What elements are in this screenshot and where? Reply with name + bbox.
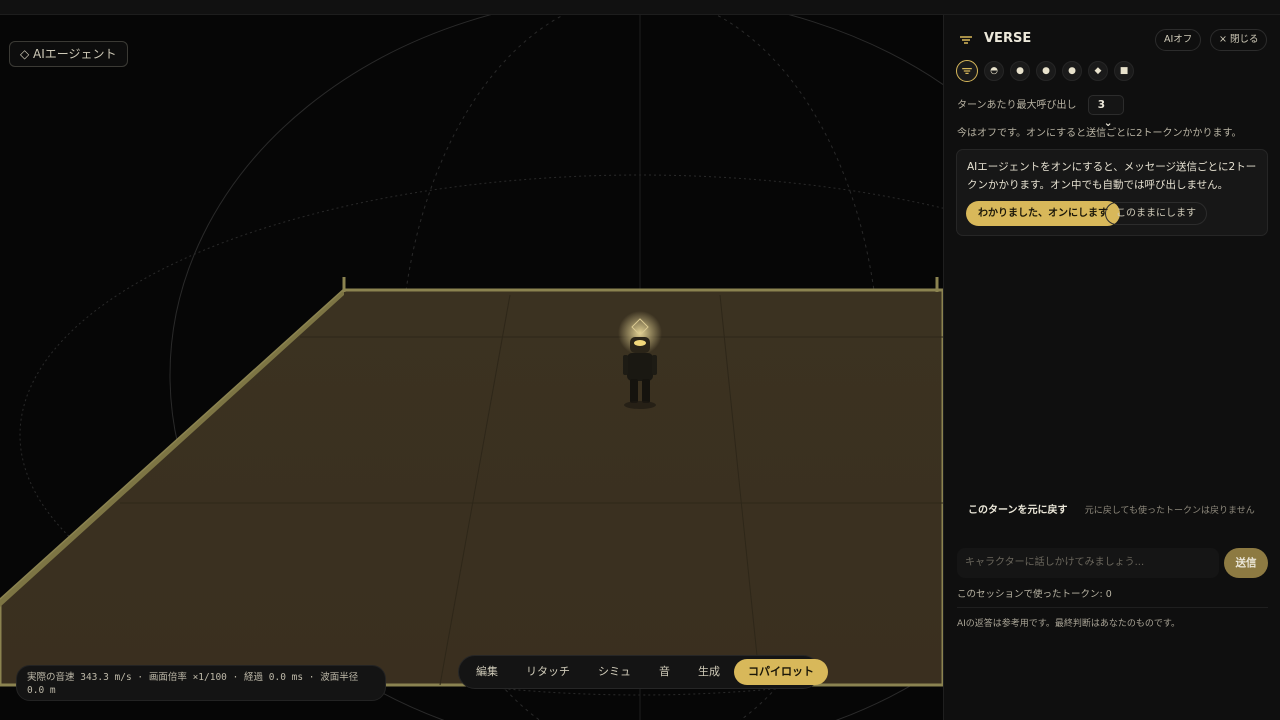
ai-agent-button[interactable]: ◇ AIエージェント: [9, 41, 128, 67]
close-button[interactable]: × 閉じる: [1210, 29, 1268, 51]
avatar-character-5[interactable]: ◆: [1088, 61, 1108, 81]
mode-toolbar: 編集 リタッチ シミュ 音 生成 コパイロット: [458, 655, 828, 689]
hud-text: 実際の音速 343.3 m/s · 画面倍率 ×1/100 · 経過 0.0 m…: [27, 672, 359, 696]
ai-status-text: 今はオフです。オンにすると送信ごとに2トークンかかります。: [957, 128, 1242, 139]
scene-canvas: [0, 15, 943, 720]
message-input[interactable]: キャラクターに話しかけてみましょう...: [957, 548, 1219, 578]
max-calls-row: ターンあたり最大呼び出し 3 ⌄: [957, 95, 1124, 129]
divider: [957, 607, 1268, 608]
max-calls-label: ターンあたり最大呼び出し: [957, 100, 1077, 111]
face-icon: ●: [1042, 66, 1050, 76]
face-icon: ●: [1016, 66, 1024, 76]
session-token-count: このセッションで使ったトークン: 0: [957, 589, 1112, 600]
confirm-card-text: AIエージェントをオンにすると、メッセージ送信ごとに2トークンかかります。オン中…: [967, 161, 1257, 191]
avatar-character-3[interactable]: ●: [1036, 61, 1056, 81]
stage-floor: [0, 288, 943, 687]
avatar-verse[interactable]: [956, 60, 978, 82]
enable-ai-confirm-card: AIエージェントをオンにすると、メッセージ送信ごとに2トークンかかります。オン中…: [956, 149, 1268, 236]
tool-simulate[interactable]: シミュ: [584, 659, 645, 685]
copilot-sidebar: VERSE AIオフ × 閉じる ◓ ● ● ● ◆ ■ ターンあたり最大呼び出…: [943, 15, 1280, 720]
send-button[interactable]: 送信: [1224, 548, 1268, 578]
undo-note: 元に戻しても使ったトークンは戻りません: [1084, 506, 1255, 516]
character-selector: ◓ ● ● ● ◆ ■: [956, 60, 1140, 82]
face-icon: ◆: [1094, 66, 1102, 76]
top-bar: [0, 0, 1280, 15]
verse-logo-icon: [962, 67, 972, 75]
undo-row: このターンを元に戻す 元に戻しても使ったトークンは戻りません: [968, 501, 1255, 516]
tool-copilot[interactable]: コパイロット: [734, 659, 828, 685]
ai-off-button[interactable]: AIオフ: [1155, 29, 1202, 51]
tool-retouch[interactable]: リタッチ: [512, 659, 584, 685]
confirm-enable-button[interactable]: わかりました、オンにします: [966, 201, 1120, 226]
ghost-icon: ◓: [990, 66, 998, 76]
robot-icon: ■: [1119, 66, 1129, 76]
avatar-character-2[interactable]: ●: [1010, 61, 1030, 81]
ai-agent-label: ◇ AIエージェント: [20, 47, 117, 61]
tool-generate[interactable]: 生成: [684, 659, 734, 685]
avatar-robot[interactable]: ■: [1114, 61, 1134, 81]
undo-turn-button[interactable]: このターンを元に戻す: [968, 505, 1068, 516]
face-icon: ●: [1068, 66, 1076, 76]
keep-off-button[interactable]: このままにします: [1105, 202, 1207, 225]
avatar-character-4[interactable]: ●: [1062, 61, 1082, 81]
sidebar-header: VERSE AIオフ × 閉じる: [958, 29, 1270, 51]
3d-viewport[interactable]: ◇ AIエージェント 実際の音速 343.3 m/s · 画面倍率 ×1/100…: [0, 15, 943, 720]
sound-speed-hud: 実際の音速 343.3 m/s · 画面倍率 ×1/100 · 経過 0.0 m…: [16, 665, 386, 701]
brand-title: VERSE: [984, 31, 1032, 46]
max-calls-select[interactable]: 3 ⌄: [1087, 95, 1124, 129]
ai-disclaimer: AIの返答は参考用です。最終判断はあなたのものです。: [957, 619, 1181, 629]
avatar-ghost[interactable]: ◓: [984, 61, 1004, 81]
tool-sound[interactable]: 音: [645, 659, 684, 685]
tool-edit[interactable]: 編集: [462, 659, 512, 685]
verse-logo-icon: [960, 35, 972, 48]
